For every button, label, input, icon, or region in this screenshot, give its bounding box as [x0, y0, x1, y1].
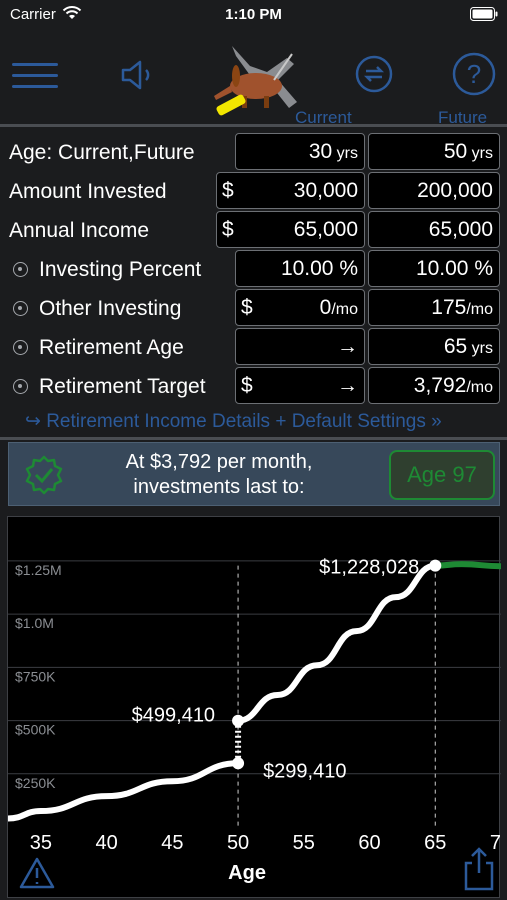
- svg-text:?: ?: [467, 59, 481, 89]
- current-amount-field[interactable]: $ 30,000: [216, 172, 365, 209]
- current-target-field[interactable]: $ →: [235, 367, 365, 404]
- age-result-button[interactable]: Age 97: [389, 450, 495, 500]
- y-tick-label: $250K: [15, 775, 56, 791]
- future-age-field[interactable]: 50 yrs: [368, 133, 500, 170]
- row-retirement-target: Retirement Target $ → 3,792/mo: [0, 367, 507, 405]
- toolbar: ?: [0, 30, 507, 125]
- status-bar: Carrier 1:10 PM: [0, 0, 507, 30]
- data-label: $1,228,028: [319, 557, 419, 579]
- retirement-details-link[interactable]: ↪ Retirement Income Details + Default Se…: [25, 410, 505, 433]
- banner-message: At $3,792 per month, investments last to…: [125, 451, 313, 498]
- x-tick-label: 35: [30, 832, 52, 854]
- x-tick-label: 55: [293, 832, 315, 854]
- row-other-investing: Other Investing $ 0/mo 175/mo: [0, 289, 507, 327]
- battery-icon: [470, 7, 498, 21]
- future-target-field[interactable]: 3,792/mo: [368, 367, 500, 404]
- radio-icon[interactable]: [13, 340, 28, 355]
- current-percent-field[interactable]: 10.00 %: [235, 250, 365, 287]
- x-tick-label: 40: [95, 832, 117, 854]
- data-point: [232, 714, 245, 727]
- data-point: [429, 559, 442, 572]
- x-tick-label: 45: [161, 832, 183, 854]
- clock: 1:10 PM: [225, 6, 282, 23]
- current-retirement-age-field[interactable]: →: [235, 328, 365, 365]
- swap-icon[interactable]: [355, 55, 393, 93]
- current-other-field[interactable]: $ 0/mo: [235, 289, 365, 326]
- divider: [0, 124, 507, 127]
- check-badge-icon: [25, 455, 63, 495]
- row-investing-percent: Investing Percent 10.00 % 10.00 %: [0, 250, 507, 288]
- x-axis-title: Age: [228, 862, 266, 884]
- row-label: Retirement Age: [39, 336, 184, 359]
- projection-chart: $250K $500K $750K $1.0M $1.25M $299,410 $499,4…: [7, 516, 501, 898]
- row-age: Age: Current,Future 30 yrs 50 yrs: [0, 133, 507, 171]
- speaker-icon[interactable]: [120, 58, 156, 92]
- current-income-field[interactable]: $ 65,000: [216, 211, 365, 248]
- result-banner: At $3,792 per month, investments last to…: [8, 442, 500, 506]
- row-annual-income: Annual Income $ 65,000 65,000: [0, 211, 507, 249]
- y-tick-label: $500K: [15, 722, 56, 738]
- row-retirement-age: Retirement Age → 65 yrs: [0, 328, 507, 366]
- future-percent-field[interactable]: 10.00 %: [368, 250, 500, 287]
- future-amount-field[interactable]: 200,000: [368, 172, 500, 209]
- row-label: Amount Invested: [9, 180, 167, 203]
- future-other-field[interactable]: 175/mo: [368, 289, 500, 326]
- x-tick-label: 70: [490, 832, 501, 854]
- row-label: Annual Income: [9, 219, 150, 242]
- row-label: Age: Current,Future: [9, 141, 195, 164]
- y-tick-label: $1.25M: [15, 562, 62, 578]
- data-point: [232, 757, 245, 770]
- chart-svg: $250K $500K $750K $1.0M $1.25M $299,410 $499,4…: [8, 557, 501, 891]
- divider: [0, 437, 507, 440]
- row-label: Other Investing: [39, 297, 182, 320]
- x-tick-label: 65: [424, 832, 446, 854]
- x-tick-label: 60: [358, 832, 380, 854]
- row-amount-invested: Amount Invested $ 30,000 200,000: [0, 172, 507, 210]
- current-age-field[interactable]: 30 yrs: [235, 133, 365, 170]
- future-income-field[interactable]: 65,000: [368, 211, 500, 248]
- series-line-0: [8, 760, 242, 822]
- radio-icon[interactable]: [13, 301, 28, 316]
- y-tick-label: $750K: [15, 668, 56, 684]
- share-icon[interactable]: [464, 847, 494, 891]
- future-retirement-age-field[interactable]: 65 yrs: [368, 328, 500, 365]
- warning-icon[interactable]: [19, 857, 55, 889]
- aardvark-logo[interactable]: [212, 40, 302, 120]
- x-tick-label: 50: [227, 832, 249, 854]
- data-label: $299,410: [263, 760, 346, 782]
- data-label: $499,410: [132, 705, 215, 727]
- radio-icon[interactable]: [13, 379, 28, 394]
- radio-icon[interactable]: [13, 262, 28, 277]
- series-line-1: [235, 562, 439, 724]
- row-label: Investing Percent: [39, 258, 202, 281]
- series-line-2: [432, 561, 501, 570]
- y-tick-label: $1.0M: [15, 615, 54, 631]
- help-icon[interactable]: ?: [452, 52, 496, 96]
- row-label: Retirement Target: [39, 375, 206, 398]
- menu-icon[interactable]: [12, 63, 58, 89]
